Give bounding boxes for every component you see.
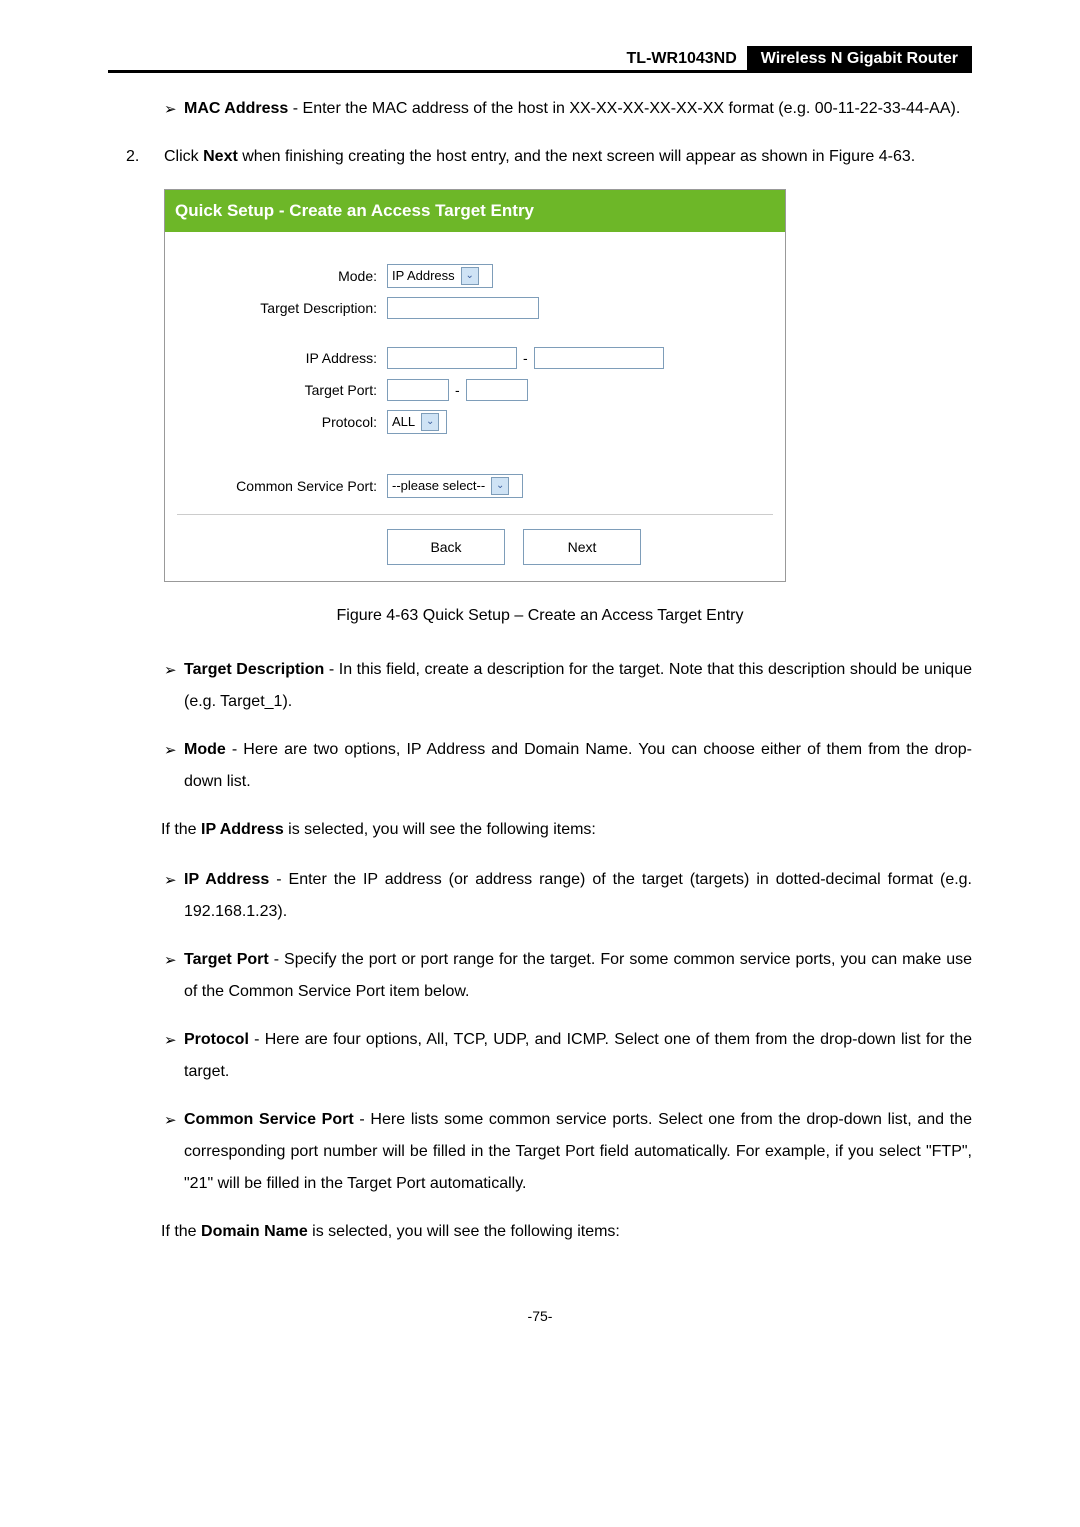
arrow-icon: ➢	[164, 1024, 184, 1056]
back-button[interactable]: Back	[387, 529, 505, 565]
bullet-item-mac: ➢ MAC Address - Enter the MAC address of…	[164, 93, 972, 125]
model-label: TL-WR1043ND	[617, 46, 747, 71]
page-number: -75-	[108, 1308, 972, 1324]
arrow-icon: ➢	[164, 93, 184, 125]
target-port-end-input[interactable]	[466, 379, 528, 401]
target-port-start-input[interactable]	[387, 379, 449, 401]
bullet-text: IP Address - Enter the IP address (or ad…	[184, 864, 972, 928]
common-service-port-select[interactable]: --please select-- ⌄	[387, 474, 523, 498]
protocol-select[interactable]: ALL ⌄	[387, 410, 447, 434]
row-mode: Mode: IP Address ⌄	[177, 262, 773, 290]
bullet-item-target-port: ➢ Target Port - Specify the port or port…	[164, 944, 972, 1008]
product-label: Wireless N Gigabit Router	[747, 46, 972, 71]
row-common-service-port: Common Service Port: --please select-- ⌄	[177, 472, 773, 500]
label-mode: Mode:	[177, 262, 387, 290]
row-buttons: Back Next	[177, 529, 773, 565]
bullet-text: Target Port - Specify the port or port r…	[184, 944, 972, 1008]
bullet-text: Common Service Port - Here lists some co…	[184, 1104, 972, 1200]
protocol-value: ALL	[392, 409, 415, 435]
dash-separator: -	[517, 344, 534, 372]
bullet-item-common-service-port: ➢ Common Service Port - Here lists some …	[164, 1104, 972, 1200]
ip-address-end-input[interactable]	[534, 347, 664, 369]
note-domain-name: If the Domain Name is selected, you will…	[161, 1216, 972, 1248]
arrow-icon: ➢	[164, 864, 184, 896]
row-target-description: Target Description:	[177, 294, 773, 322]
arrow-icon: ➢	[164, 654, 184, 686]
csp-value: --please select--	[392, 473, 485, 499]
label-target-description: Target Description:	[177, 294, 387, 322]
bullet-item-mode: ➢ Mode - Here are two options, IP Addres…	[164, 734, 972, 798]
row-target-port: Target Port: -	[177, 376, 773, 404]
figure-title: Quick Setup - Create an Access Target En…	[165, 190, 785, 232]
next-button[interactable]: Next	[523, 529, 641, 565]
bullet-text: Target Description - In this field, crea…	[184, 654, 972, 718]
row-ip-address: IP Address: -	[177, 344, 773, 372]
step-2: 2. Click Next when finishing creating th…	[126, 141, 972, 173]
dash-separator: -	[449, 376, 466, 404]
arrow-icon: ➢	[164, 734, 184, 766]
bullet-term: MAC Address	[184, 100, 288, 117]
label-protocol: Protocol:	[177, 408, 387, 436]
bullet-text: MAC Address - Enter the MAC address of t…	[184, 93, 972, 125]
figure-4-63: Quick Setup - Create an Access Target En…	[164, 189, 972, 582]
bullet-item-protocol: ➢ Protocol - Here are four options, All,…	[164, 1024, 972, 1088]
label-ip-address: IP Address:	[177, 344, 387, 372]
ip-address-start-input[interactable]	[387, 347, 517, 369]
bullet-item-ip-address: ➢ IP Address - Enter the IP address (or …	[164, 864, 972, 928]
step-text: Click Next when finishing creating the h…	[164, 141, 972, 173]
target-description-input[interactable]	[387, 297, 539, 319]
arrow-icon: ➢	[164, 944, 184, 976]
label-target-port: Target Port:	[177, 376, 387, 404]
chevron-down-icon: ⌄	[421, 413, 439, 431]
figure-caption: Figure 4-63 Quick Setup – Create an Acce…	[108, 600, 972, 632]
note-ip-address: If the IP Address is selected, you will …	[161, 814, 972, 846]
mode-select[interactable]: IP Address ⌄	[387, 264, 493, 288]
row-protocol: Protocol: ALL ⌄	[177, 408, 773, 436]
label-common-service-port: Common Service Port:	[177, 472, 387, 500]
bullet-text: Mode - Here are two options, IP Address …	[184, 734, 972, 798]
bullet-item-target-description: ➢ Target Description - In this field, cr…	[164, 654, 972, 718]
arrow-icon: ➢	[164, 1104, 184, 1136]
chevron-down-icon: ⌄	[491, 477, 509, 495]
chevron-down-icon: ⌄	[461, 267, 479, 285]
step-number: 2.	[126, 141, 164, 173]
bullet-text: Protocol - Here are four options, All, T…	[184, 1024, 972, 1088]
page-header: TL-WR1043NDWireless N Gigabit Router	[108, 50, 972, 73]
mode-value: IP Address	[392, 263, 455, 289]
